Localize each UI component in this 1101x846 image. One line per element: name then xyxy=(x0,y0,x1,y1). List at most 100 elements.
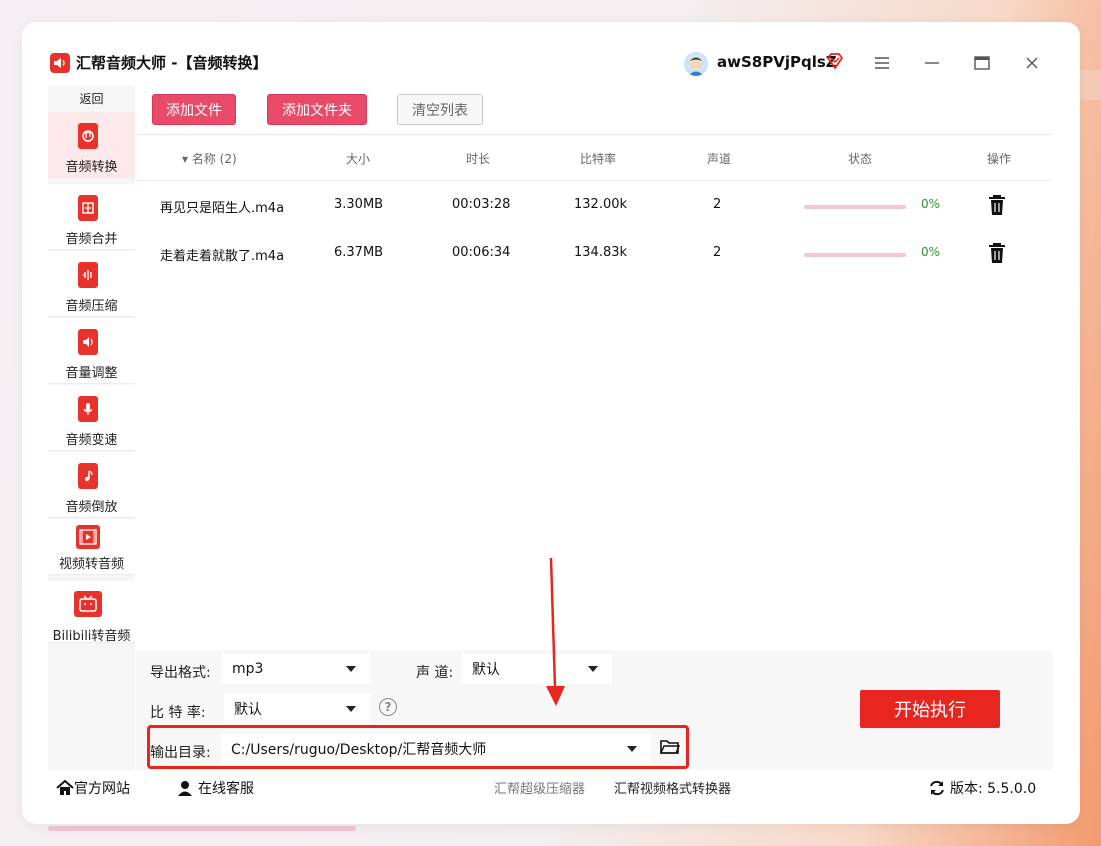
file-channels: 2 xyxy=(713,245,722,260)
progress-text: 0% xyxy=(921,245,941,259)
menu-icon[interactable] xyxy=(868,52,896,74)
vip-diamond-icon[interactable] xyxy=(826,53,844,70)
sidebar-item-bilibili[interactable]: Bilibili转音频 xyxy=(48,581,135,644)
user-avatar[interactable] xyxy=(684,52,708,76)
audio-compress-icon xyxy=(78,262,98,288)
support-label: 在线客服 xyxy=(198,781,254,797)
file-name: 走着走着就散了.m4a xyxy=(160,249,285,264)
file-channels: 2 xyxy=(713,197,722,212)
compressor-link[interactable]: 汇帮超级压缩器 xyxy=(494,778,585,797)
column-header-channels: 声道 xyxy=(707,152,732,166)
close-icon[interactable] xyxy=(1018,52,1046,74)
sidebar-item-audio-speed[interactable]: 音频变速 xyxy=(48,385,135,451)
bitrate-select[interactable]: 默认 xyxy=(224,694,370,724)
minimize-icon[interactable] xyxy=(918,52,946,74)
output-dir-label: 输出目录: xyxy=(150,745,211,761)
channel-select[interactable]: 默认 xyxy=(462,654,612,684)
progress-bar xyxy=(804,205,906,209)
format-label: 导出格式: xyxy=(150,665,211,681)
app-title: 汇帮音频大师 -【音频转换】 xyxy=(76,54,268,72)
bitrate-value: 默认 xyxy=(234,702,262,718)
file-size: 6.37MB xyxy=(334,245,384,260)
table-row[interactable]: 走着走着就散了.m4a 6.37MB 00:06:34 134.83k 2 0% xyxy=(136,230,1053,278)
file-bitrate: 134.83k xyxy=(574,245,628,260)
sidebar-item-audio-compress[interactable]: 音频压缩 xyxy=(48,251,135,317)
clear-list-button[interactable]: 清空列表 xyxy=(397,94,483,125)
sidebar-item-volume-adjust[interactable]: 音量调整 xyxy=(48,318,135,384)
chevron-down-icon xyxy=(588,666,598,672)
refresh-icon xyxy=(930,780,944,796)
support-link[interactable]: 在线客服 xyxy=(176,778,254,798)
output-dir-select[interactable]: C:/Users/ruguo/Desktop/汇帮音频大师 xyxy=(221,734,651,764)
sidebar-item-audio-reverse[interactable]: 音频倒放 xyxy=(48,452,135,518)
support-icon xyxy=(178,781,192,796)
file-size: 3.30MB xyxy=(334,197,384,212)
sidebar: 返回 音频转换 音频合并 音频压缩 音量调整 音频变速 音频倒放 视频转音频 B… xyxy=(48,86,135,770)
bitrate-label: 比 特 率: xyxy=(150,705,206,721)
username[interactable]: awS8PVjPqlsZ xyxy=(717,53,837,71)
progress-bar xyxy=(804,253,906,257)
sidebar-item-label: 音频倒放 xyxy=(65,500,118,515)
add-file-button[interactable]: 添加文件 xyxy=(152,94,236,125)
maximize-icon[interactable] xyxy=(968,52,996,74)
file-bitrate: 132.00k xyxy=(574,197,628,212)
app-window: 汇帮音频大师 -【音频转换】 awS8PVjPqlsZ 返回 音频转换 音频合并… xyxy=(22,22,1080,824)
column-header-status: 状态 xyxy=(848,152,873,166)
table-header: ▾ 名称 (2) 大小 时长 比特率 声道 状态 操作 xyxy=(136,135,1053,181)
sidebar-item-label: 视频转音频 xyxy=(58,557,124,572)
sidebar-item-audio-convert[interactable]: 音频转换 xyxy=(48,112,135,178)
column-header-action: 操作 xyxy=(987,152,1012,166)
sidebar-item-label: 音频压缩 xyxy=(65,299,118,314)
audio-convert-icon xyxy=(78,123,98,149)
sidebar-item-label: 音量调整 xyxy=(65,366,118,381)
sidebar-item-audio-merge[interactable]: 音频合并 xyxy=(48,184,135,250)
output-dir-value: C:/Users/ruguo/Desktop/汇帮音频大师 xyxy=(231,742,487,758)
file-name: 再见只是陌生人.m4a xyxy=(160,201,285,216)
delete-icon[interactable] xyxy=(988,242,1006,264)
audio-reverse-icon xyxy=(78,463,98,489)
website-label: 官方网站 xyxy=(74,781,130,797)
channel-value: 默认 xyxy=(472,662,500,678)
file-table: ▾ 名称 (2) 大小 时长 比特率 声道 状态 操作 再见只是陌生人.m4a … xyxy=(136,134,1053,649)
progress-text: 0% xyxy=(921,197,941,211)
website-link[interactable]: 官方网站 xyxy=(56,778,130,798)
video-to-audio-icon xyxy=(76,525,100,549)
sidebar-item-label: 音频合并 xyxy=(65,232,118,247)
volume-adjust-icon xyxy=(78,329,98,355)
settings-panel: 导出格式: mp3 声 道: 默认 比 特 率: 默认 ? 输出目录: C:/U… xyxy=(136,650,1053,770)
video-converter-link[interactable]: 汇帮视频格式转换器 xyxy=(614,778,731,797)
home-icon xyxy=(56,780,74,795)
channel-label: 声 道: xyxy=(416,665,454,681)
title-bar: 汇帮音频大师 -【音频转换】 awS8PVjPqlsZ xyxy=(22,22,1080,84)
file-duration: 00:03:28 xyxy=(452,197,511,212)
audio-merge-icon xyxy=(78,195,98,221)
chevron-down-icon xyxy=(346,706,356,712)
add-folder-button[interactable]: 添加文件夹 xyxy=(267,94,367,125)
column-header-name[interactable]: ▾ 名称 (2) xyxy=(182,150,237,167)
sidebar-item-label: 音频变速 xyxy=(65,433,118,448)
column-header-bitrate: 比特率 xyxy=(580,152,617,166)
sidebar-item-label: 音频转换 xyxy=(65,160,118,175)
folder-open-icon[interactable] xyxy=(659,739,681,755)
version-info[interactable]: 版本: 5.5.0.0 xyxy=(928,778,1036,798)
audio-speed-icon xyxy=(78,396,98,422)
back-button[interactable]: 返回 xyxy=(48,90,135,107)
sidebar-item-video-to-audio[interactable]: 视频转音频 xyxy=(48,519,135,575)
chevron-down-icon xyxy=(346,666,356,672)
help-icon[interactable]: ? xyxy=(379,698,397,716)
bilibili-icon xyxy=(74,591,102,617)
column-header-duration: 时长 xyxy=(466,152,491,166)
format-select[interactable]: mp3 xyxy=(222,654,370,684)
start-button[interactable]: 开始执行 xyxy=(860,690,1000,728)
column-header-size: 大小 xyxy=(346,152,371,166)
table-row[interactable]: 再见只是陌生人.m4a 3.30MB 00:03:28 132.00k 2 0% xyxy=(136,182,1053,230)
background-bar xyxy=(48,826,356,831)
version-label: 版本: 5.5.0.0 xyxy=(950,781,1037,797)
delete-icon[interactable] xyxy=(988,194,1006,216)
status-bar: 官方网站 在线客服 汇帮超级压缩器 汇帮视频格式转换器 版本: 5.5.0.0 xyxy=(48,770,1053,802)
file-duration: 00:06:34 xyxy=(452,245,511,260)
chevron-down-icon xyxy=(627,746,637,752)
sidebar-item-label: Bilibili转音频 xyxy=(52,629,131,644)
app-logo-icon xyxy=(50,53,70,73)
format-value: mp3 xyxy=(232,661,264,677)
